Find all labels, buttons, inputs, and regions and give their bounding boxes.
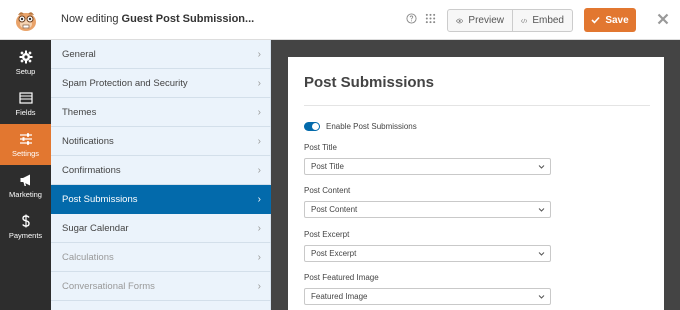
settings-item-label: Spam Protection and Security xyxy=(62,77,188,89)
settings-item-label: Confirmations xyxy=(62,164,121,176)
settings-item-sugar-calendar[interactable]: Sugar Calendar › xyxy=(51,214,271,243)
eye-icon xyxy=(456,18,464,23)
chevron-right-icon: › xyxy=(257,194,261,205)
settings-item-label: Themes xyxy=(62,106,97,118)
sliders-icon xyxy=(19,132,32,145)
editing-prefix: Now editing xyxy=(61,13,119,25)
preview-button[interactable]: Preview xyxy=(448,10,512,31)
settings-item-label: General xyxy=(62,48,96,60)
nav-label-setup: Setup xyxy=(15,66,36,76)
chevron-down-icon xyxy=(538,208,545,212)
nav-item-fields[interactable]: Fields xyxy=(0,83,51,124)
chevron-right-icon: › xyxy=(257,165,261,176)
nav-label-marketing: Marketing xyxy=(9,189,42,199)
settings-item-confirmations[interactable]: Confirmations › xyxy=(51,156,271,185)
post-submissions-panel: Post Submissions Enable Post Submissions… xyxy=(288,57,664,310)
nav-item-setup[interactable]: Setup xyxy=(0,42,51,83)
settings-item-calculations[interactable]: Calculations › xyxy=(51,243,271,272)
post-featured-image-select[interactable]: Featured Image xyxy=(304,288,551,305)
save-label: Save xyxy=(605,14,629,26)
preview-label: Preview xyxy=(468,15,504,26)
settings-item-notifications[interactable]: Notifications › xyxy=(51,127,271,156)
settings-item-general[interactable]: General › xyxy=(51,40,271,69)
nav-label-fields: Fields xyxy=(15,107,36,117)
chevron-down-icon xyxy=(538,165,545,169)
checkmark-icon xyxy=(591,16,600,24)
embed-button[interactable]: Embed xyxy=(512,10,572,31)
nav-item-marketing[interactable]: Marketing xyxy=(0,165,51,206)
logo-icon xyxy=(0,0,51,40)
grid-icon[interactable] xyxy=(425,13,436,24)
settings-item-themes[interactable]: Themes › xyxy=(51,98,271,127)
post-excerpt-value: Post Excerpt xyxy=(311,249,357,258)
post-title-value: Post Title xyxy=(311,162,344,171)
post-excerpt-label: Post Excerpt xyxy=(304,230,350,239)
chevron-right-icon: › xyxy=(257,281,261,292)
close-icon[interactable] xyxy=(657,13,669,25)
chevron-right-icon: › xyxy=(257,78,261,89)
chevron-right-icon: › xyxy=(257,136,261,147)
post-featured-image-label: Post Featured Image xyxy=(304,273,379,282)
chevron-right-icon: › xyxy=(257,107,261,118)
editing-title: Now editing Guest Post Submission... xyxy=(61,13,254,25)
left-nav: Setup Fields Settings Marketing Payments xyxy=(0,40,51,310)
preview-embed-group: Preview Embed xyxy=(447,9,573,32)
code-icon xyxy=(521,18,528,23)
list-icon xyxy=(18,91,33,104)
settings-item-label: Notifications xyxy=(62,135,114,147)
content-area: Post Submissions Enable Post Submissions… xyxy=(271,40,680,310)
chevron-down-icon xyxy=(538,295,545,299)
save-button[interactable]: Save xyxy=(584,8,636,32)
settings-item-label: Sugar Calendar xyxy=(62,222,129,234)
help-icon[interactable] xyxy=(406,13,417,24)
nav-item-settings[interactable]: Settings xyxy=(0,124,51,165)
divider xyxy=(304,105,650,106)
post-content-label: Post Content xyxy=(304,186,351,195)
nav-label-settings: Settings xyxy=(11,148,40,158)
gear-icon xyxy=(19,50,32,63)
chevron-down-icon xyxy=(538,252,545,256)
chevron-right-icon: › xyxy=(257,223,261,234)
post-content-value: Post Content xyxy=(311,205,358,214)
settings-item-label: Conversational Forms xyxy=(62,280,155,292)
dollar-icon xyxy=(21,214,30,227)
settings-item-label: Calculations xyxy=(62,251,114,263)
enable-post-submissions-toggle[interactable] xyxy=(304,122,320,131)
settings-item-post-submissions[interactable]: Post Submissions › xyxy=(51,185,271,214)
settings-item-conversational-forms[interactable]: Conversational Forms › xyxy=(51,272,271,301)
enable-toggle-label: Enable Post Submissions xyxy=(326,122,417,131)
post-title-label: Post Title xyxy=(304,143,337,152)
settings-menu: General › Spam Protection and Security ›… xyxy=(51,40,271,310)
top-bar: Now editing Guest Post Submission... Pre… xyxy=(0,0,680,40)
nav-label-payments: Payments xyxy=(8,230,43,240)
form-name: Guest Post Submission... xyxy=(121,13,255,25)
post-title-select[interactable]: Post Title xyxy=(304,158,551,175)
nav-item-payments[interactable]: Payments xyxy=(0,206,51,247)
settings-item-label: Post Submissions xyxy=(62,193,138,205)
megaphone-icon xyxy=(20,174,30,186)
chevron-right-icon: › xyxy=(257,252,261,263)
post-excerpt-select[interactable]: Post Excerpt xyxy=(304,245,551,262)
post-content-select[interactable]: Post Content xyxy=(304,201,551,218)
embed-label: Embed xyxy=(532,15,564,26)
settings-item-spam-protection[interactable]: Spam Protection and Security › xyxy=(51,69,271,98)
chevron-right-icon: › xyxy=(257,49,261,60)
post-featured-image-value: Featured Image xyxy=(311,292,368,301)
panel-title: Post Submissions xyxy=(304,74,435,91)
